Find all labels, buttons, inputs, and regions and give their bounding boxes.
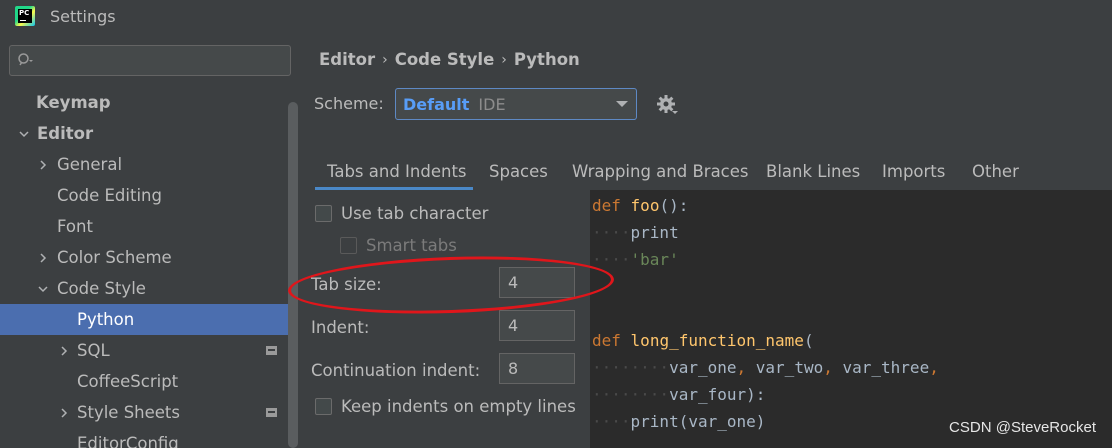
code-line: ········var_one, var_two, var_three, [592,358,939,377]
sidebar-scrollbar[interactable] [288,102,298,448]
chevron-right-icon[interactable] [38,159,48,170]
tree-item-code-style[interactable]: Code Style [0,273,286,304]
watermark: CSDN @SteveRocket [949,419,1096,436]
tab-size-label: Tab size: [311,275,382,294]
indent-label: Indent: [311,318,370,337]
breadcrumb-separator-icon: › [501,51,507,68]
chevron-down-icon[interactable] [19,129,29,139]
tree-item-font[interactable]: Font [0,211,286,242]
tree-item-general[interactable]: General [0,149,286,180]
project-settings-icon [266,408,277,417]
indent-input[interactable]: 4 [499,310,575,341]
code-style-tabs: Tabs and Indents Spaces Wrapping and Bra… [300,156,1112,190]
scheme-value: Default [403,94,470,114]
tree-item-style-sheets[interactable]: Style Sheets [0,397,286,428]
tabs-and-indents-options: Use tab character Smart tabs Tab size: 4… [300,190,590,448]
chevron-right-icon[interactable] [59,345,69,356]
chevron-down-icon[interactable] [38,284,48,294]
use-tab-character-checkbox[interactable]: Use tab character [315,204,488,223]
tree-item-code-editing[interactable]: Code Editing [0,180,286,211]
code-line: ········var_four): [592,385,766,404]
code-line: def foo(): [592,196,689,215]
tab-tabs-and-indents[interactable]: Tabs and Indents [327,162,467,181]
code-line: ····print(var_one) [592,412,766,431]
title-bar: PC Settings [0,0,1112,32]
settings-content: Editor › Code Style › Python Scheme: Def… [300,32,1112,448]
tree-item-keymap[interactable]: Keymap [0,87,286,118]
code-line: def long_function_name( [592,331,814,350]
breadcrumb-item[interactable]: Editor [319,50,375,69]
checkbox-box[interactable] [315,398,332,415]
settings-sidebar: Keymap Editor General Code Editing Font … [0,32,300,448]
app-icon-text: PC [19,9,30,17]
tab-blank-lines[interactable]: Blank Lines [766,162,860,181]
window-title: Settings [50,6,116,26]
breadcrumb: Editor › Code Style › Python [319,50,580,69]
project-settings-icon [266,346,277,355]
pycharm-app-icon: PC [15,6,35,26]
tree-item-coffeescript[interactable]: CoffeeScript [0,366,286,397]
code-line: ····print [592,223,679,242]
scheme-sublabel: IDE [478,94,506,114]
keep-indents-checkbox[interactable]: Keep indents on empty lines [315,397,576,416]
settings-search-input[interactable] [9,45,291,76]
tree-item-python[interactable]: Python [0,304,288,335]
tab-spaces[interactable]: Spaces [489,162,548,181]
continuation-indent-input[interactable]: 8 [499,353,575,384]
smart-tabs-checkbox: Smart tabs [340,236,457,255]
gear-icon[interactable] [656,94,678,116]
tree-item-sql[interactable]: SQL [0,335,286,366]
tab-imports[interactable]: Imports [882,162,945,181]
tree-item-editor[interactable]: Editor [0,118,286,149]
breadcrumb-separator-icon: › [382,51,388,68]
code-preview[interactable]: def foo(): ····print ····'bar' def long_… [590,190,1112,448]
scheme-dropdown[interactable]: Default IDE [395,88,637,120]
checkbox-box [340,237,357,254]
scheme-label: Scheme: [314,94,384,113]
checkbox-box[interactable] [315,205,332,222]
search-icon [18,53,33,66]
tab-other[interactable]: Other [972,162,1019,181]
tree-item-editorconfig[interactable]: EditorConfig [0,428,286,448]
breadcrumb-item: Python [513,50,580,69]
continuation-indent-label: Continuation indent: [311,361,481,380]
tree-item-color-scheme[interactable]: Color Scheme [0,242,286,273]
dropdown-arrow-icon [616,101,628,107]
breadcrumb-item[interactable]: Code Style [395,50,495,69]
tab-size-input[interactable]: 4 [499,267,575,298]
code-line: ····'bar' [592,250,679,269]
chevron-right-icon[interactable] [59,407,69,418]
chevron-right-icon[interactable] [38,252,48,263]
tab-wrapping-and-braces[interactable]: Wrapping and Braces [572,162,749,181]
